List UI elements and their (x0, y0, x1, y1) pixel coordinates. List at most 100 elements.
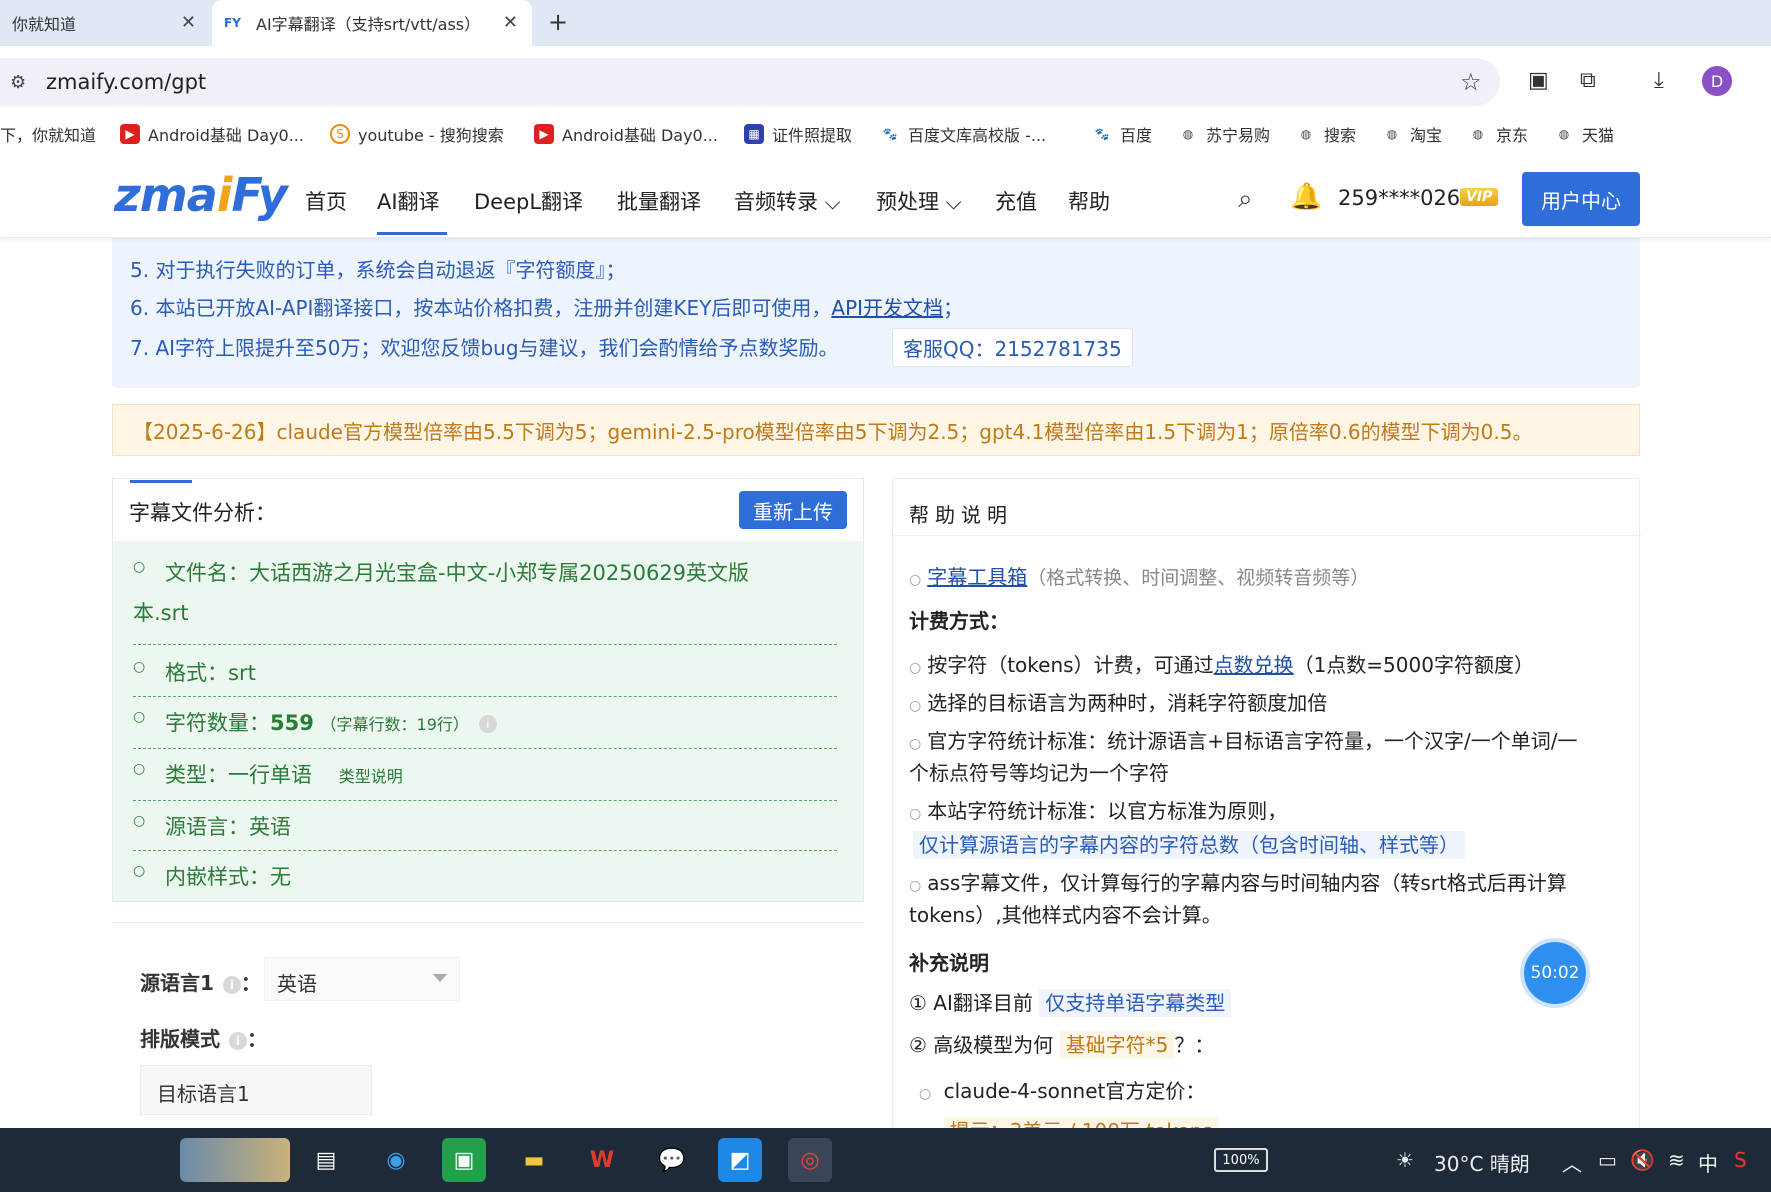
extensions-icon[interactable]: ⧉ (1580, 68, 1596, 93)
nav-preprocess[interactable]: 预处理 ⌵ (876, 186, 962, 216)
ime-indicator[interactable]: 中 (1698, 1148, 1718, 1177)
target-lang-option[interactable]: 目标语言1 (140, 1065, 372, 1115)
nav-audio-transcribe[interactable]: 音频转录 ⌵ (734, 186, 841, 216)
bookmark-item[interactable]: ◍ 淘宝 (1382, 122, 1442, 146)
site-settings-icon[interactable]: ⚙ (10, 72, 26, 93)
help-card: 帮助说明 ○ 字幕工具箱（格式转换、时间调整、视频转音频等） 计费方式： ○ 按字符… (892, 478, 1641, 1145)
subtitle-tools-link[interactable]: 字幕工具箱 (927, 565, 1027, 589)
nav-help[interactable]: 帮助 (1068, 186, 1110, 216)
nav-deepl-translate[interactable]: DeepL翻译 (474, 186, 583, 216)
bookmark-item[interactable]: ◍ 天猫 (1554, 122, 1614, 146)
user-account[interactable]: 259****026 (1338, 186, 1460, 210)
widgets-icon[interactable] (180, 1138, 290, 1182)
app-icon[interactable]: ▣ (442, 1138, 486, 1182)
customer-service-qq: 客服QQ：2152781735 (892, 328, 1133, 367)
api-docs-link[interactable]: API开发文档 (831, 296, 943, 320)
line-count: （字幕行数：19行） (320, 715, 469, 734)
bookmark-item[interactable]: ◍ 搜索 (1296, 122, 1356, 146)
billing-heading: 计费方式： (909, 609, 1009, 633)
chrome-icon[interactable]: ◎ (788, 1138, 832, 1182)
battery-icon[interactable]: 100% (1214, 1148, 1268, 1172)
file-name-cont: 本.srt (133, 601, 189, 625)
youtube-icon: ▶ (120, 124, 140, 144)
task-view-icon[interactable]: ▤ (304, 1138, 348, 1182)
search-icon[interactable]: ⌕ (1238, 184, 1253, 215)
info-icon[interactable]: i (228, 1031, 247, 1050)
char-count-row: 字符数量：559 （字幕行数：19行） i (165, 707, 497, 737)
tray-chevron-icon[interactable]: ︿ (1562, 1148, 1582, 1177)
info-icon[interactable]: i (222, 975, 241, 994)
app-icon[interactable]: ◩ (718, 1138, 762, 1182)
bookmark-item[interactable]: 下，你就知道 (0, 122, 96, 146)
address-bar[interactable]: ⚙ zmaify.com/gpt (0, 58, 1500, 106)
edge-icon[interactable]: ◉ (374, 1138, 418, 1182)
app-tray-icon[interactable]: S (1734, 1148, 1747, 1172)
bookmark-label: 淘宝 (1410, 126, 1443, 145)
download-icon[interactable]: ⤓ (1654, 68, 1664, 93)
browser-tab-strip: 你就知道 ✕ FY AI字幕翻译（支持srt/vtt/ass） ✕ + (0, 0, 1771, 46)
wechat-icon[interactable]: 💬 (650, 1138, 694, 1182)
source-lang-select[interactable]: 英语 (264, 957, 460, 1001)
wps-icon[interactable]: W (580, 1138, 624, 1182)
file-name-item: ○ 文件名：大话西游之月光宝盒-中文-小郑专属20250629英文版 本.srt (133, 557, 837, 645)
bookmark-item[interactable]: 🐾 百度文库高校版 -... (880, 122, 1047, 146)
site-logo[interactable]: zmaiFy (114, 168, 288, 222)
globe-icon: ◍ (1558, 127, 1570, 141)
browser-tab[interactable]: 你就知道 ✕ (0, 0, 210, 46)
bookmark-item[interactable]: ▶ Android基础 Day0... (120, 122, 304, 146)
address-bar-row: ⚙ zmaify.com/gpt ☆ ▣ ⧉ ⤓ D (0, 46, 1771, 118)
format-value: 格式：srt (165, 661, 256, 685)
new-tab-button[interactable]: + (548, 8, 568, 36)
format-item: ○ 格式：srt (133, 657, 837, 697)
chevron-down-icon (433, 974, 447, 982)
notice-text: 6. 本站已开放AI-API翻译接口，按本站价格扣费，注册并创建KEY后即可使用… (130, 296, 832, 320)
info-icon[interactable]: i (478, 715, 497, 733)
help-text: 官方字符统计标准：统计源语言+目标语言字符量，一个汉字/一个单词/一 (927, 729, 1578, 753)
close-tab-icon[interactable]: ✕ (181, 12, 196, 33)
help-text: ass字幕文件，仅计算每行的字幕内容与时间轴内容（转srt格式后再计算 (927, 871, 1567, 895)
nav-recharge[interactable]: 充值 (995, 186, 1037, 216)
subtitle-analysis-card: 字幕文件分析： 重新上传 ○ 文件名：大话西游之月光宝盒-中文-小郑专属2025… (112, 478, 864, 902)
bookmark-item[interactable]: Syoutube - 搜狗搜索 (330, 122, 504, 146)
bookmark-item[interactable]: ◍ 苏宁易购 (1178, 122, 1270, 146)
bullet-icon: ○ (909, 736, 922, 752)
bookmark-label: Android基础 Day0... (148, 126, 304, 145)
embedded-style-value: 内嵌样式：无 (165, 865, 291, 889)
bookmark-item[interactable]: 🐾 百度 (1092, 122, 1153, 146)
char-count-value: 559 (270, 711, 314, 735)
embedded-style-item: ○ 内嵌样式：无 (133, 861, 837, 897)
help-line: ○ 选择的目标语言为两种时，消耗字符额度加倍 (909, 687, 1327, 716)
file-explorer-icon[interactable]: ▬ (512, 1138, 556, 1182)
globe-icon: ◍ (1386, 127, 1398, 141)
nav-ai-translate[interactable]: AI翻译 (377, 186, 440, 216)
logo-part: zma (114, 168, 218, 222)
bookmark-star-icon[interactable]: ☆ (1460, 68, 1482, 96)
user-center-button[interactable]: 用户中心 (1522, 172, 1640, 226)
label-text: 源语言1 (140, 971, 214, 995)
tray-battery-icon[interactable]: ▭ (1598, 1148, 1617, 1172)
wifi-icon[interactable]: ≋ (1668, 1148, 1685, 1172)
bullet-icon: ○ (909, 572, 922, 588)
vip-badge: VIP (1460, 188, 1499, 206)
volume-mute-icon[interactable]: 🔇 (1630, 1148, 1655, 1172)
profile-avatar[interactable]: D (1702, 66, 1732, 96)
bookmark-label: 天猫 (1582, 126, 1615, 145)
url-text[interactable]: zmaify.com/gpt (46, 70, 206, 94)
bookmark-item[interactable]: ▶ Android基础 Day0... (534, 122, 718, 146)
bell-icon[interactable]: 🔔 (1290, 182, 1322, 212)
points-exchange-link[interactable]: 点数兑换 (1214, 653, 1294, 677)
bookmark-item[interactable]: ▦ 证件照提取 (744, 122, 852, 146)
translation-settings: 源语言1 i： 英语 排版模式 i： 目标语言1 (112, 922, 864, 1122)
bookmark-item[interactable]: ◍ 京东 (1468, 122, 1528, 146)
floating-timer[interactable]: 50:02 (1524, 942, 1586, 1004)
browser-tab-active[interactable]: FY AI字幕翻译（支持srt/vtt/ass） ✕ (212, 0, 532, 46)
weather-text[interactable]: 30°C 晴朗 (1434, 1148, 1530, 1177)
weather-icon[interactable]: ☀ (1396, 1148, 1414, 1172)
nav-home[interactable]: 首页 (305, 186, 347, 216)
close-tab-icon[interactable]: ✕ (503, 12, 518, 33)
type-help-link[interactable]: 类型说明 (339, 767, 403, 786)
help-line-cont: 个标点符号等均记为一个字符 (909, 761, 1169, 785)
picture-in-picture-icon[interactable]: ▣ (1528, 68, 1549, 93)
reupload-button[interactable]: 重新上传 (739, 491, 847, 529)
nav-batch-translate[interactable]: 批量翻译 (617, 186, 701, 216)
